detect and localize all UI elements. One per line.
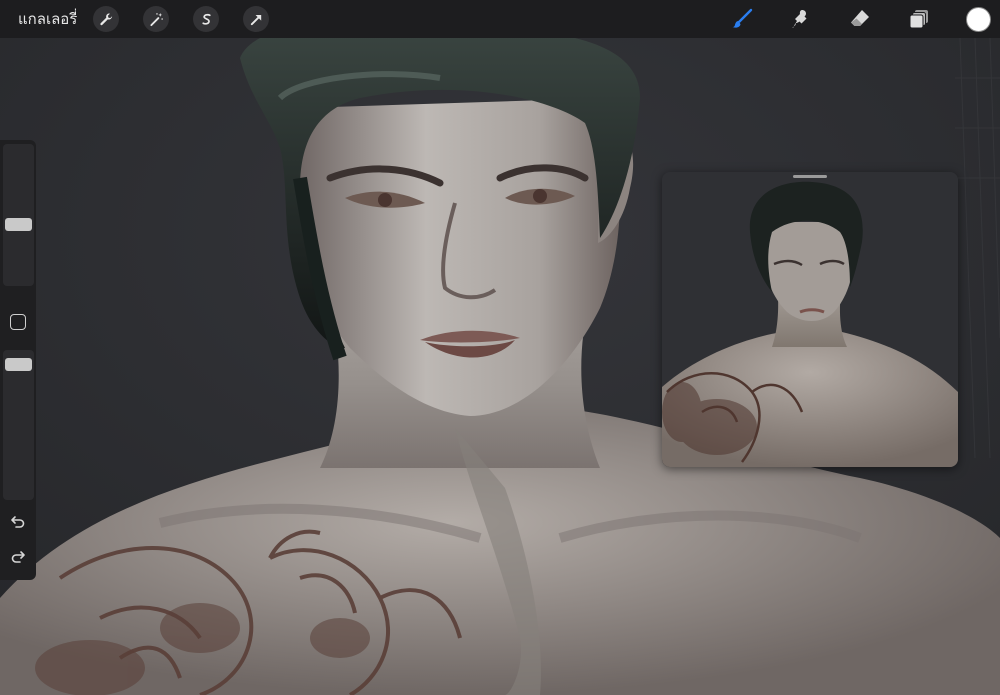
undo-icon[interactable] [10, 514, 26, 530]
top-toolbar: แกลเลอรี่ [0, 0, 1000, 38]
right-toolbar [730, 0, 1000, 38]
reference-image [662, 172, 958, 467]
redo-icon[interactable] [10, 549, 26, 565]
actions-button[interactable] [93, 6, 120, 32]
modify-square-icon[interactable] [10, 314, 26, 330]
paint-tool-button[interactable] [730, 7, 754, 31]
magic-wand-icon [150, 12, 163, 26]
color-picker-button[interactable] [966, 6, 991, 32]
smudge-tool-button[interactable] [789, 7, 813, 31]
adjustments-button[interactable] [143, 6, 170, 32]
transform-button[interactable] [243, 6, 270, 32]
brush-icon [732, 8, 753, 28]
eraser-icon [851, 10, 869, 26]
wrench-icon [100, 12, 112, 25]
gallery-button[interactable]: แกลเลอรี่ [18, 7, 77, 31]
reference-drag-handle[interactable] [793, 175, 827, 178]
reference-window[interactable] [662, 172, 958, 467]
opacity-slider[interactable] [3, 350, 34, 500]
arrow-cursor-icon [250, 14, 262, 25]
left-sidebar [0, 140, 36, 580]
selection-s-icon [202, 13, 211, 25]
layers-button[interactable] [907, 7, 931, 31]
brush-size-thumb[interactable] [5, 218, 32, 231]
erase-tool-button[interactable] [848, 7, 872, 31]
brush-size-slider[interactable] [3, 144, 34, 286]
layers-icon [909, 10, 928, 29]
selection-button[interactable] [193, 6, 220, 32]
opacity-thumb[interactable] [5, 358, 32, 371]
smudge-icon [792, 10, 807, 28]
